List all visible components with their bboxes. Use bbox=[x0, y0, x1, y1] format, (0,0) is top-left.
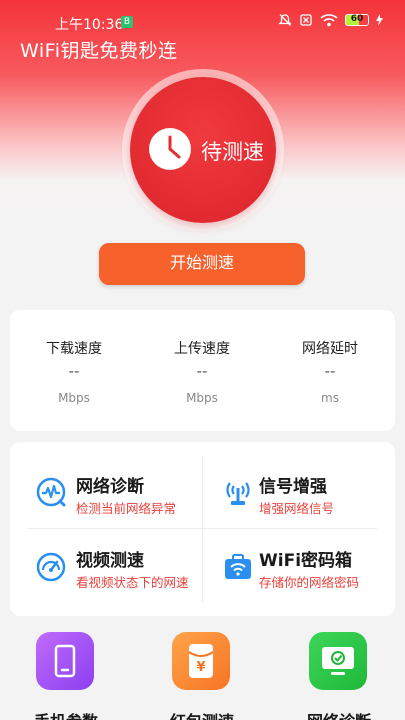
mute-icon bbox=[278, 14, 292, 26]
start-test-button[interactable]: 开始测速 bbox=[99, 243, 305, 285]
latency-value: -- bbox=[324, 362, 336, 380]
tool-signal-boost[interactable]: 信号增强 增强网络信号 bbox=[203, 442, 395, 528]
phone-icon bbox=[36, 632, 94, 690]
latency-label: 网络延时 bbox=[302, 341, 358, 357]
download-speed-value: -- bbox=[68, 362, 80, 380]
clock-icon bbox=[149, 128, 191, 170]
tool-video-speed[interactable]: 视频测速 看视频状态下的网速 bbox=[10, 529, 202, 615]
no-sim-icon bbox=[300, 14, 312, 26]
tool-title: 网络诊断 bbox=[76, 477, 144, 497]
wifi-icon bbox=[320, 14, 338, 27]
tools-card: 网络诊断 检测当前网络异常 信号增强 增强网络信号 视频测速 看视频状态下的网速 bbox=[10, 442, 395, 616]
nav-label: 红包测速 bbox=[154, 708, 250, 720]
pulse-icon bbox=[36, 477, 66, 507]
battery-icon: 60 bbox=[345, 14, 369, 26]
monitor-icon bbox=[309, 632, 367, 690]
app-title: WiFi钥匙免费秒连 bbox=[20, 40, 178, 62]
svg-text:¥: ¥ bbox=[196, 660, 205, 675]
app-badge-icon: B bbox=[121, 16, 133, 28]
tool-subtitle: 看视频状态下的网速 bbox=[76, 575, 189, 590]
antenna-icon bbox=[226, 482, 250, 505]
download-speed-label: 下载速度 bbox=[46, 341, 102, 357]
upload-speed-unit: Mbps bbox=[186, 391, 218, 405]
nav-label: 手机参数 bbox=[18, 708, 114, 720]
tool-title: 视频测速 bbox=[76, 551, 144, 571]
upload-speed-label: 上传速度 bbox=[174, 341, 230, 357]
status-icons: 60 bbox=[278, 13, 383, 27]
tool-subtitle: 存储你的网络密码 bbox=[259, 575, 360, 590]
tool-title: WiFi密码箱 bbox=[259, 551, 353, 571]
wifi-box-icon bbox=[225, 554, 251, 579]
status-time: 上午10:36 bbox=[55, 17, 124, 33]
gauge-status-label: 待测速 bbox=[201, 140, 264, 164]
upload-speed-value: -- bbox=[196, 362, 208, 380]
tool-wifi-password-box[interactable]: WiFi密码箱 存储你的网络密码 bbox=[203, 529, 395, 615]
speedometer-icon bbox=[36, 552, 66, 582]
latency-unit: ms bbox=[321, 391, 339, 405]
charging-icon bbox=[376, 14, 383, 26]
red-packet-icon: ¥ bbox=[172, 632, 230, 690]
status-bar: 上午10:36 B 60 bbox=[0, 0, 405, 40]
tool-subtitle: 增强网络信号 bbox=[259, 501, 335, 516]
tool-subtitle: 检测当前网络异常 bbox=[76, 501, 177, 516]
download-speed-unit: Mbps bbox=[58, 391, 90, 405]
speed-results-card: 下载速度 -- Mbps 上传速度 -- Mbps 网络延时 -- ms bbox=[10, 310, 395, 431]
tool-network-diagnosis[interactable]: 网络诊断 检测当前网络异常 bbox=[10, 442, 202, 528]
nav-label: 网络诊断 bbox=[291, 708, 387, 720]
tool-title: 信号增强 bbox=[259, 477, 327, 497]
